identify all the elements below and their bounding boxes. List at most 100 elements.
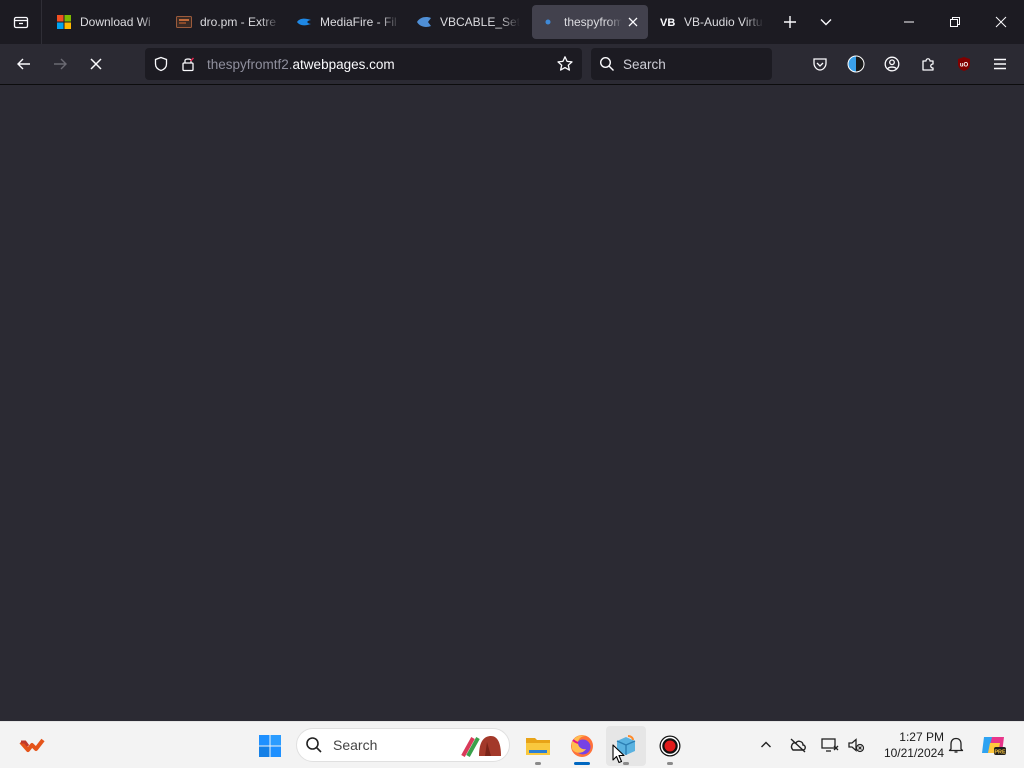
network-icon [821,738,839,752]
search-placeholder: Search [623,56,666,72]
pocket-button[interactable] [804,48,836,80]
tab-download-windows[interactable]: Download Wi [48,5,168,39]
svg-text:VB: VB [660,17,675,29]
bell-icon [948,737,964,753]
notifications-button[interactable] [944,732,968,758]
account-button[interactable] [876,48,908,80]
firefox-taskbar-button[interactable] [562,726,602,766]
tab-vb-audio[interactable]: VB VB-Audio Virtu [652,5,772,39]
network-tray-button[interactable] [818,732,842,758]
tab-title: VB-Audio Virtu [684,15,763,29]
running-indicator [535,762,541,765]
arrow-right-icon [54,58,67,70]
file-explorer-taskbar-button[interactable] [518,726,558,766]
tab-dro-pm[interactable]: dro.pm - Extre [168,5,288,39]
minimize-icon [904,21,914,23]
ublock-origin-button[interactable]: uO [948,48,980,80]
dark-reader-button[interactable] [840,48,872,80]
active-indicator [574,762,590,765]
firefox-icon [571,735,593,757]
extensions-button[interactable] [912,48,944,80]
search-highlight-icon [461,736,501,757]
url-domain: atwebpages.com [292,56,395,72]
desktop-screen: Download Wi dro.pm - Extre MediaFire - F… [0,0,1024,768]
search-icon [306,737,322,753]
url-text: thespyfromtf2.atwebpages.com [207,57,395,72]
list-all-tabs-button[interactable] [808,0,844,44]
close-icon [995,16,1007,28]
svg-text:uO: uO [960,63,969,69]
hamburger-menu-icon [994,58,1006,70]
widgets-button[interactable] [12,726,52,766]
running-indicator [667,762,673,765]
clock-date: 10/21/2024 [883,746,944,760]
search-bar[interactable]: Search [591,48,772,80]
firefox-view-button[interactable] [0,0,42,44]
mediafire-icon [296,14,312,30]
forward-button[interactable] [44,48,76,80]
pocket-icon [813,58,827,71]
arrow-left-icon [17,58,30,70]
windows-start-icon [259,735,281,757]
tab-title: MediaFire - Fil [320,15,397,29]
copilot-button[interactable]: PRE [978,732,1008,758]
chevron-up-icon [761,741,771,748]
url-prefix: thespyfromtf2. [207,56,293,72]
volume-tray-button[interactable] [844,732,868,758]
vbcable-icon [416,14,432,30]
tab-strip: Download Wi dro.pm - Extre MediaFire - F… [0,0,1024,44]
lock-icon[interactable] [181,56,197,72]
clock-time: 1:27 PM [899,730,944,744]
copilot-icon: PRE [982,737,1006,756]
address-bar[interactable]: thespyfromtf2.atwebpages.com [145,48,582,80]
tab-vbcable-setup[interactable]: VBCABLE_Setu [408,5,528,39]
firefox-view-icon [13,16,28,29]
widgets-icon [19,738,45,752]
recorder-taskbar-button[interactable] [650,726,690,766]
close-tab-icon[interactable] [626,15,640,29]
taskbar-search-box[interactable]: Search [296,728,510,762]
tab-thespyfromtf2[interactable]: thespyfromt [532,5,648,39]
restore-button[interactable] [932,0,978,44]
vb-audio-icon: VB [660,14,676,30]
record-icon [659,735,681,757]
site-icon [540,14,556,30]
mouse-cursor-icon [612,744,625,764]
contrast-icon [847,55,865,73]
navigation-toolbar: thespyfromtf2.atwebpages.com Search uO [0,44,1024,85]
close-window-button[interactable] [978,0,1024,44]
chevron-down-icon [820,19,832,26]
svg-text:PRE: PRE [994,750,1006,756]
windows-logo-icon [56,14,72,30]
tab-title: Download Wi [80,15,151,29]
minimize-button[interactable] [886,0,932,44]
system-clock[interactable]: 1:27 PM 10/21/2024 [872,729,944,761]
dropm-icon [176,14,192,30]
plus-icon [784,16,796,28]
tab-mediafire[interactable]: MediaFire - Fil [288,5,408,39]
back-button[interactable] [8,48,40,80]
tab-title: VBCABLE_Setu [440,15,520,29]
stop-loading-button[interactable] [80,48,112,80]
restore-icon [950,17,960,27]
ublock-origin-icon: uO [958,57,970,71]
page-content[interactable] [0,85,1024,721]
stop-x-icon [90,58,102,70]
app-menu-button[interactable] [984,48,1016,80]
cloud-offline-icon [790,738,806,753]
account-icon [884,56,900,72]
puzzle-icon [922,58,934,71]
onedrive-tray-button[interactable] [786,732,810,758]
taskbar-search-label: Search [333,737,378,753]
show-hidden-icons-button[interactable] [754,732,778,758]
folder-icon [526,738,550,755]
new-tab-button[interactable] [772,0,808,44]
tab-title: dro.pm - Extre [200,15,277,29]
search-icon [599,56,614,71]
tab-title: thespyfromt [564,15,622,29]
start-button[interactable] [250,726,290,766]
taskbar: Search 1:27 PM 10/21/2024 PRE [0,721,1024,768]
bookmark-star-icon[interactable] [556,55,574,73]
tracking-protection-shield-icon[interactable] [153,56,169,72]
volume-muted-icon [848,738,865,753]
